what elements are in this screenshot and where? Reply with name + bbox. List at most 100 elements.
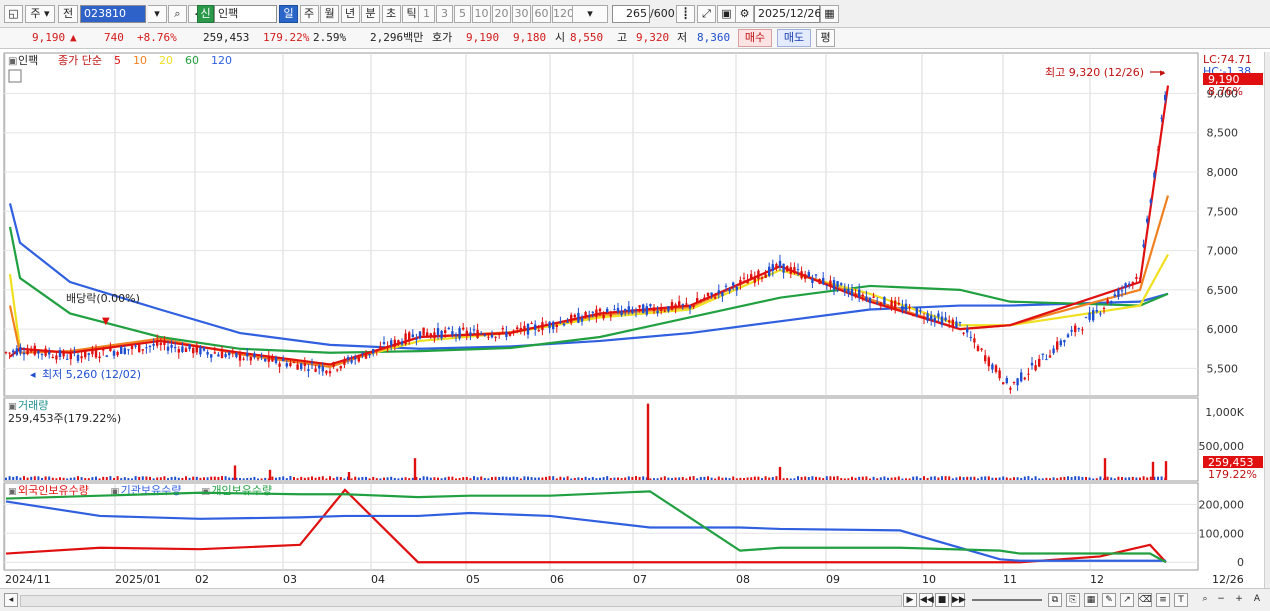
volume-bar [109, 476, 112, 480]
period-tab-1[interactable]: 주 [299, 5, 319, 23]
period-tab-2[interactable]: 월 [320, 5, 339, 23]
multiplier-tab-120[interactable]: 120 [552, 5, 574, 23]
market-select[interactable]: 주 ▾ [25, 5, 55, 23]
gear-icon[interactable]: ⚙ [735, 5, 754, 23]
zoom-out-icon[interactable]: − [1214, 593, 1228, 607]
candle-body [782, 263, 785, 273]
volume-bar [721, 477, 724, 480]
forward-icon[interactable]: ▶▶ [951, 593, 966, 607]
holders-tick-label: 200,000 [1199, 498, 1245, 511]
candle-body [530, 323, 533, 325]
stop-icon[interactable]: ■ [935, 593, 949, 607]
grid-icon[interactable]: ▦ [1084, 593, 1098, 607]
volume-bar [696, 478, 699, 480]
candle-body [768, 266, 771, 276]
count-input[interactable]: 265 [612, 5, 650, 23]
x-axis-label-9: 09 [826, 573, 840, 586]
x-axis-label-2: 02 [195, 573, 209, 586]
hoga-label: 호가 [432, 31, 453, 44]
chart-area[interactable]: 9,000 8,500 8,000 7,500 7,000 6,500 6,000 5,500… [0, 50, 1270, 610]
candle-body [638, 305, 641, 308]
sell-button[interactable]: 매도 [777, 29, 811, 47]
fib-icon[interactable]: ≡ [1156, 593, 1170, 607]
period-tab-0[interactable]: 일 [279, 5, 298, 23]
candle-icon[interactable]: ┋ [676, 5, 695, 23]
candle-body [458, 328, 461, 339]
zoom-slider[interactable] [972, 599, 1042, 601]
candle-body [739, 280, 742, 284]
range-select[interactable]: ▾ [572, 5, 608, 23]
period-tab-3[interactable]: 년 [340, 5, 360, 23]
volume-bar [321, 476, 324, 480]
candle-body [318, 365, 321, 369]
volume-bar [1149, 476, 1152, 480]
volume-bar [231, 477, 234, 480]
play-icon[interactable]: ▶ [903, 593, 917, 607]
period-tab-4[interactable]: 분 [361, 5, 380, 23]
text-icon[interactable]: T [1174, 593, 1188, 607]
erase-icon[interactable]: ⌫ [1138, 593, 1152, 607]
candle-body [102, 348, 105, 351]
multiplier-tab-3[interactable]: 3 [436, 5, 453, 23]
period-tab-5[interactable]: 초 [381, 5, 401, 23]
volume-bar [750, 477, 753, 480]
ma-legend-120: 120 [211, 54, 232, 67]
volume-bar [311, 476, 313, 480]
horizontal-scrollbar[interactable] [20, 595, 902, 607]
volume-panel-frame [3, 397, 1199, 482]
volume-bar [1124, 477, 1127, 480]
candle-body [498, 332, 501, 335]
layout-icon[interactable]: ⧉ [1048, 593, 1062, 607]
chevron-down-icon[interactable]: ▾ [148, 5, 167, 23]
candle-body [152, 343, 155, 346]
candle-body [1156, 149, 1160, 151]
volume-bar [786, 478, 789, 480]
volume-bar [527, 476, 529, 480]
save-icon[interactable]: ▣ [717, 5, 736, 23]
trend-icon[interactable]: ↗ [1120, 593, 1134, 607]
volume-bar [998, 477, 1001, 480]
volume-bar [552, 476, 555, 480]
code-input[interactable]: 023810 [80, 5, 146, 23]
candle-body [800, 271, 803, 279]
multiplier-tab-20[interactable]: 20 [492, 5, 511, 23]
volume-bar [23, 476, 25, 480]
scroll-left-icon[interactable]: ◂ [4, 593, 18, 607]
candle-body [940, 316, 944, 326]
volume-bar [120, 478, 123, 480]
pen-icon[interactable]: ✎ [1102, 593, 1116, 607]
candle-body [994, 365, 998, 372]
candle-body [980, 348, 983, 350]
vertical-scrollbar[interactable] [1264, 52, 1270, 588]
buy-button[interactable]: 매수 [738, 29, 772, 47]
multiplier-tab-30[interactable]: 30 [512, 5, 531, 23]
eval-button[interactable]: 평 [816, 29, 835, 47]
search-icon[interactable]: ⌕ [168, 5, 187, 23]
candle-body [764, 274, 767, 278]
zoom-search-icon[interactable]: ⌕ [1198, 593, 1212, 607]
stock-name-field[interactable]: 인팩 [214, 5, 277, 23]
date-input[interactable]: 2025/12/26 [754, 5, 821, 23]
multiplier-tab-10[interactable]: 10 [472, 5, 491, 23]
line-tool-icon[interactable]: ⤢ [697, 5, 716, 23]
font-size-icon[interactable]: A [1250, 593, 1264, 607]
candle-body [1146, 218, 1149, 223]
volume-bar [275, 477, 277, 480]
calendar-icon[interactable]: ▦ [820, 5, 839, 23]
volume-bar [1160, 476, 1163, 480]
multiplier-tab-1[interactable]: 1 [418, 5, 435, 23]
zoom-in-icon[interactable]: + [1232, 593, 1246, 607]
multiplier-tab-5[interactable]: 5 [454, 5, 471, 23]
copy-icon[interactable]: ⎘ [1066, 593, 1080, 607]
volume-bar [1023, 476, 1026, 480]
candle-body [584, 311, 587, 318]
rewind-icon[interactable]: ◀◀ [919, 593, 934, 607]
candle-body [15, 348, 18, 355]
candle-body [804, 274, 807, 279]
volume-bar [66, 478, 69, 480]
candle-body [645, 306, 648, 315]
stock-chart[interactable]: 9,0008,5008,0007,5007,0006,5006,0005,500… [0, 50, 1270, 610]
window-icon[interactable]: ◱ [4, 5, 23, 23]
multiplier-tab-60[interactable]: 60 [532, 5, 551, 23]
prev-button[interactable]: 전 [58, 5, 78, 23]
